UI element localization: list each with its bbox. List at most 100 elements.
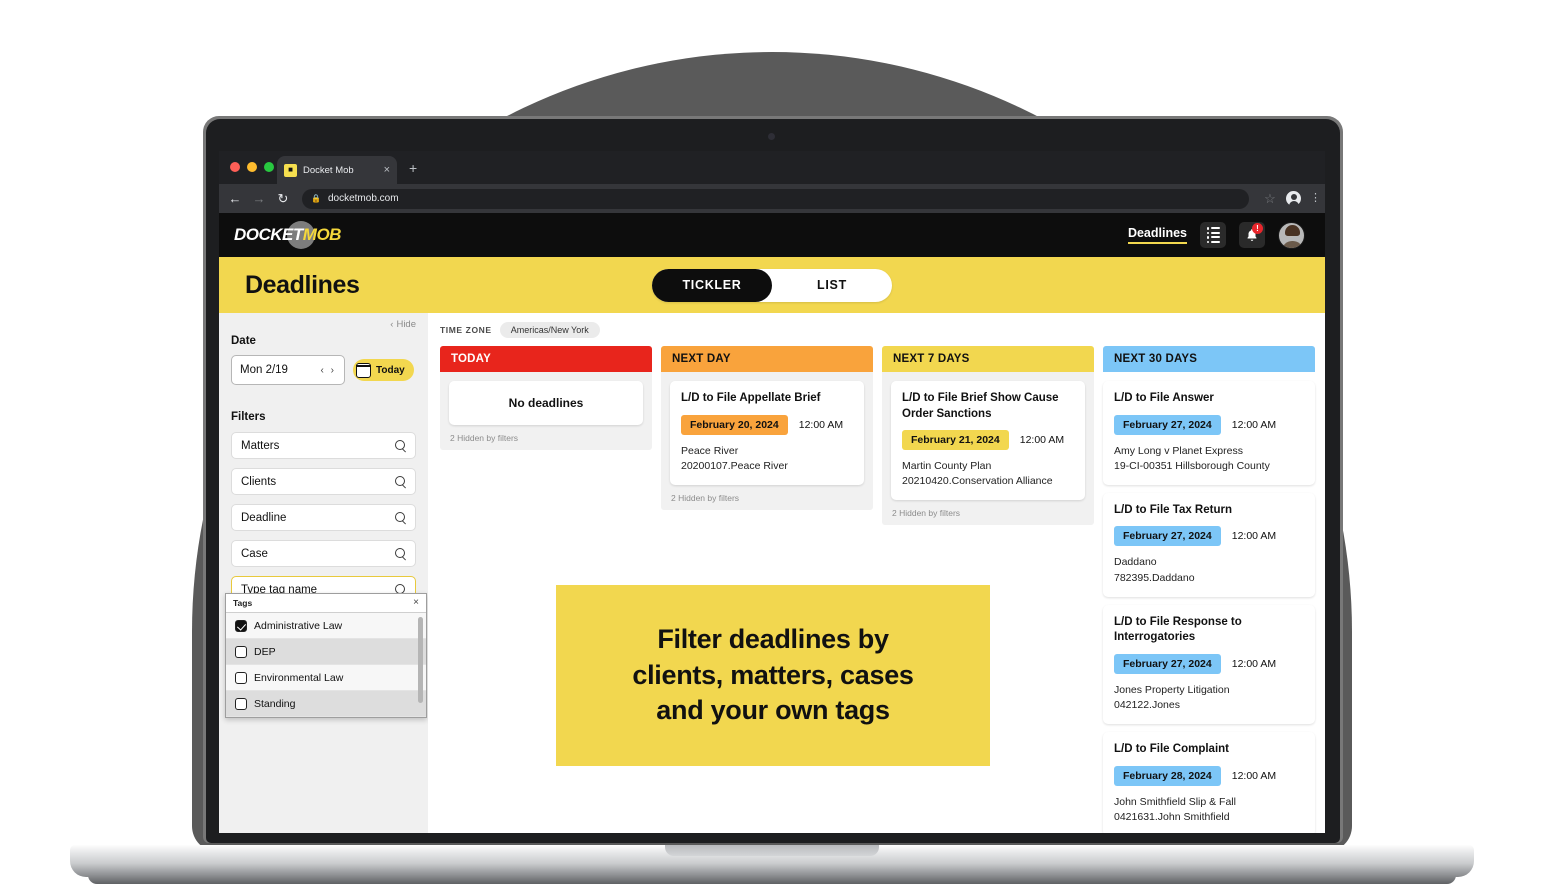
timezone-row: TIME ZONE Americas/New York <box>440 322 1315 338</box>
deadline-card[interactable]: L/D to File Response to Interrogatories … <box>1103 604 1315 725</box>
search-icon <box>395 548 406 559</box>
date-section-label: Date <box>231 335 256 347</box>
deadline-date-chip: February 28, 2024 <box>1114 765 1221 786</box>
checkbox-icon[interactable] <box>235 645 247 658</box>
deadline-meta: Peace River 20200107.Peace River <box>681 444 853 474</box>
tab-tickler[interactable]: TICKLER <box>652 268 772 302</box>
deadline-case: 20210420.Conservation Alliance <box>902 475 1053 488</box>
list-view-icon[interactable] <box>1200 222 1226 248</box>
deadline-title: L/D to File Appellate Brief <box>681 392 821 404</box>
navbar-right: Deadlines ! <box>1127 221 1305 249</box>
deadline-time: 12:00 AM <box>1019 434 1065 447</box>
window-controls[interactable] <box>230 162 274 172</box>
filter-deadline-label: Deadline <box>241 511 287 524</box>
date-stepper[interactable]: ‹ › <box>321 365 336 376</box>
scrollbar[interactable] <box>418 617 423 703</box>
filter-matters-label: Matters <box>241 439 280 452</box>
tag-label: Environmental Law <box>254 671 344 684</box>
hidden-by-filters-note: 2 Hidden by filters <box>450 433 519 443</box>
browser-tab[interactable]: ■ Docket Mob × <box>277 156 397 184</box>
deadline-meta: Daddano 782395.Daddano <box>1114 555 1304 585</box>
checkbox-icon[interactable] <box>235 671 247 684</box>
deadline-card[interactable]: L/D to File Brief Show Cause Order Sanct… <box>891 381 1085 501</box>
column-header: NEXT 30 DAYS <box>1103 346 1315 372</box>
deadline-case: 0421631.John Smithfield <box>1114 811 1230 824</box>
browser-profile-icon[interactable] <box>1286 191 1301 207</box>
maximize-window-button[interactable] <box>264 162 274 172</box>
list-item[interactable]: DEP <box>226 639 426 665</box>
deadline-date-chip: February 27, 2024 <box>1114 526 1221 547</box>
deadline-date-chip: February 20, 2024 <box>681 414 788 435</box>
tag-label: Standing <box>254 697 296 710</box>
deadline-date-row: February 28, 2024 12:00 AM <box>1114 765 1304 786</box>
back-icon[interactable]: ← <box>228 192 242 205</box>
tab-list[interactable]: LIST <box>772 269 892 302</box>
deadline-case: 19-CI-00351 Hillsborough County <box>1114 459 1270 472</box>
browser-menu-icon[interactable]: ⋮ <box>1310 193 1321 204</box>
tab-title: Docket Mob <box>303 164 354 176</box>
tag-label: Administrative Law <box>254 619 343 632</box>
filter-deadline[interactable]: Deadline <box>231 504 416 531</box>
deadline-title: L/D to File Answer <box>1114 392 1214 404</box>
deadline-title: L/D to File Brief Show Cause Order Sanct… <box>902 392 1059 420</box>
column-body: L/D to File Answer February 27, 2024 12:… <box>1103 372 1315 833</box>
list-item[interactable]: Environmental Law <box>226 665 426 691</box>
minimize-window-button[interactable] <box>247 162 257 172</box>
filter-clients[interactable]: Clients <box>231 468 416 495</box>
hide-sidebar-label: Hide <box>396 319 416 330</box>
deadline-card[interactable]: L/D to File Complaint February 28, 2024 … <box>1103 732 1315 833</box>
avatar[interactable] <box>1278 221 1305 249</box>
deadline-card[interactable]: L/D to File Appellate Brief February 20,… <box>670 381 864 485</box>
filter-case[interactable]: Case <box>231 540 416 567</box>
hidden-by-filters-note: 2 Hidden by filters <box>892 508 961 519</box>
new-tab-button[interactable]: + <box>409 161 417 175</box>
close-icon[interactable]: × <box>384 164 390 176</box>
tag-label: DEP <box>254 645 276 658</box>
deadline-time: 12:00 AM <box>1231 769 1277 782</box>
search-icon <box>395 476 406 487</box>
logo-primary-text: DOCKET <box>234 225 303 244</box>
column-header: NEXT DAY <box>661 346 873 372</box>
checkbox-icon[interactable] <box>235 697 247 710</box>
filter-clients-label: Clients <box>241 475 277 488</box>
callout-bubble: Filter deadlines by clients, matters, ca… <box>556 585 990 766</box>
deadline-matter: Jones Property Litigation <box>1114 683 1230 696</box>
list-item[interactable]: Standing <box>226 691 426 717</box>
deadline-matter: Amy Long v Planet Express <box>1114 444 1243 457</box>
column-header: NEXT 7 DAYS <box>882 346 1094 372</box>
nav-link-deadlines[interactable]: Deadlines <box>1127 226 1187 244</box>
empty-state-card: No deadlines <box>449 381 643 425</box>
timezone-value[interactable]: Americas/New York <box>499 322 600 338</box>
app-navbar: DOCKETMOB Deadlines ! <box>219 213 1325 257</box>
deadline-card[interactable]: L/D to File Answer February 27, 2024 12:… <box>1103 381 1315 485</box>
page-title: Deadlines <box>245 270 360 299</box>
reload-icon[interactable]: ↻ <box>276 192 290 205</box>
filter-matters[interactable]: Matters <box>231 432 416 459</box>
close-window-button[interactable] <box>230 162 240 172</box>
deadline-date-chip: February 21, 2024 <box>902 430 1009 451</box>
address-bar[interactable]: 🔒 docketmob.com <box>302 188 1249 209</box>
filter-sidebar: ‹ Hide Date Mon 2/19 ‹ › Today Filters M… <box>219 313 428 833</box>
hide-sidebar-button[interactable]: ‹ Hide <box>390 319 416 330</box>
list-item[interactable]: Administrative Law <box>226 613 426 639</box>
deadline-meta: Martin County Plan 20210420.Conservation… <box>902 459 1074 489</box>
star-icon[interactable]: ☆ <box>1263 192 1277 205</box>
webcam-icon <box>768 133 775 140</box>
column-body: L/D to File Brief Show Cause Order Sanct… <box>882 372 1094 526</box>
checkbox-checked-icon[interactable] <box>235 619 247 632</box>
deadline-time: 12:00 AM <box>1231 530 1277 543</box>
notification-bell-icon[interactable]: ! <box>1239 222 1265 248</box>
close-icon[interactable]: × <box>413 598 419 608</box>
tags-option-list: Administrative Law DEP Environmental Law <box>226 613 426 717</box>
deadline-card[interactable]: L/D to File Tax Return February 27, 2024… <box>1103 492 1315 597</box>
today-button[interactable]: Today <box>353 359 414 381</box>
column-body: No deadlines 2 Hidden by filters <box>440 372 652 450</box>
column-body: L/D to File Appellate Brief February 20,… <box>661 372 873 510</box>
docketmob-logo[interactable]: DOCKETMOB <box>231 221 341 249</box>
search-icon <box>395 512 406 523</box>
callout-line-3: and your own tags <box>656 695 890 726</box>
tags-dropdown-header: Tags × <box>226 594 426 613</box>
forward-icon[interactable]: → <box>252 192 266 205</box>
deadline-matter: Martin County Plan <box>902 460 992 473</box>
date-input[interactable]: Mon 2/19 ‹ › <box>231 355 345 385</box>
